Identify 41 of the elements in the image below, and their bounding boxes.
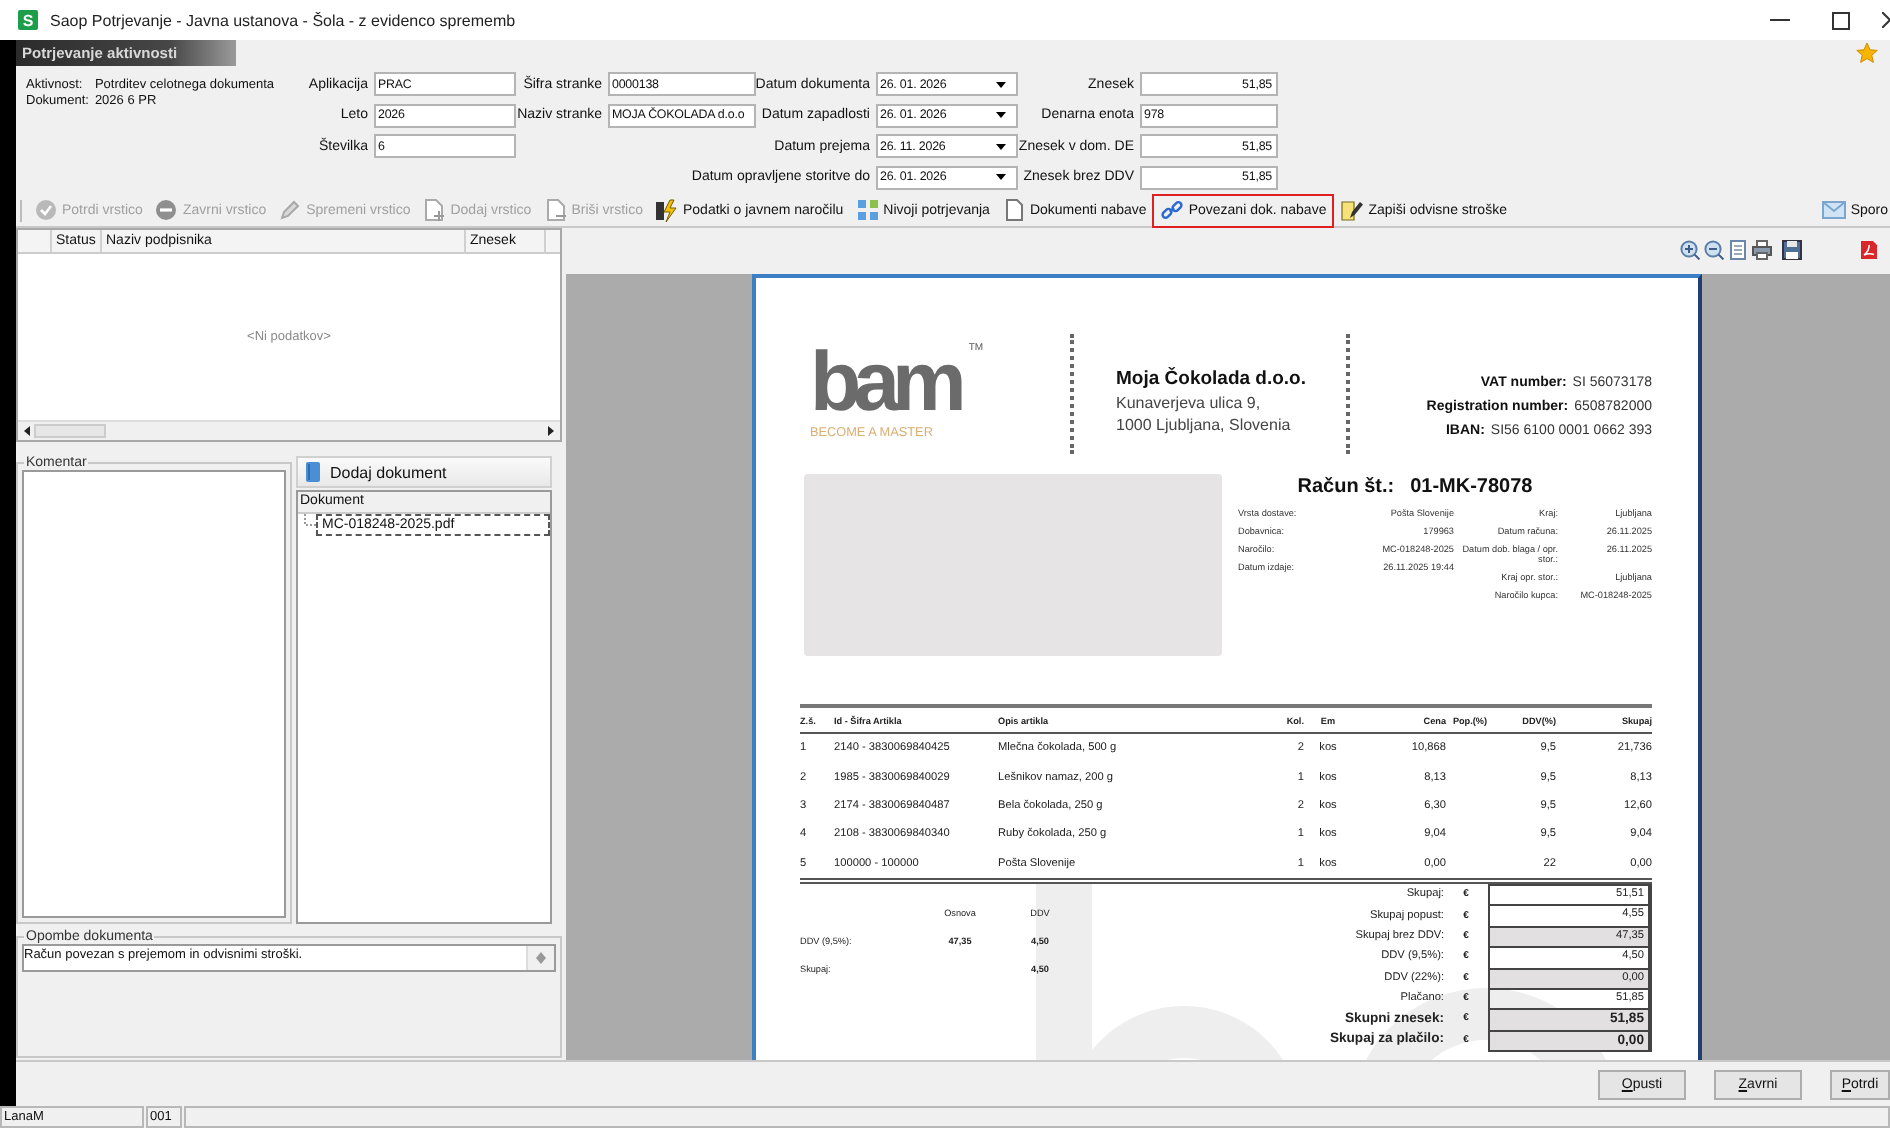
close-icon (1882, 12, 1890, 28)
check-circle-icon (34, 198, 58, 222)
pdf-icon[interactable] (1860, 240, 1878, 260)
company-name: Moja Čokolada d.o.o. (1116, 368, 1309, 392)
grid-icon (855, 198, 880, 222)
down-arrow-icon (536, 958, 546, 964)
zoom-out-icon[interactable] (1704, 240, 1724, 260)
invoice-title: Račun št.: (1297, 476, 1395, 498)
address-line: Kunaverjeva ulica 9, (1116, 392, 1263, 414)
bolt-icon (654, 198, 679, 222)
right-arrow-icon (548, 426, 554, 436)
book-icon (306, 462, 320, 482)
dropdown-arrow-icon (996, 81, 1006, 87)
link-icon (1160, 198, 1185, 222)
maximize-icon (1831, 11, 1849, 29)
minus-circle-icon (154, 198, 179, 222)
scrollbar-thumb[interactable] (34, 424, 106, 438)
document-icon (1001, 198, 1026, 222)
left-arrow-icon (24, 426, 30, 436)
address-line: 1000 Ljubljana, Slovenia (1116, 414, 1293, 436)
star-icon (1856, 42, 1878, 64)
page-icon[interactable] (1728, 240, 1748, 260)
dropdown-arrow-icon (996, 112, 1006, 118)
dropdown-arrow-icon (996, 143, 1006, 149)
envelope-icon (1822, 198, 1847, 222)
up-arrow-icon (536, 952, 546, 958)
invoice-number: 01-MK-78078 (1410, 476, 1533, 498)
document-plus-icon (422, 198, 447, 222)
vertical-scrollbar[interactable] (526, 946, 554, 970)
dropdown-arrow-icon (996, 174, 1006, 180)
printer-icon[interactable] (1752, 240, 1772, 260)
document-minus-icon (543, 198, 568, 222)
pencil-icon (278, 198, 303, 222)
note-pencil-icon (1340, 198, 1365, 222)
minimize-icon (1770, 18, 1790, 22)
window-title: Saop Potrjevanje - Javna ustanova - Šola - z evidenco sprememb (50, 11, 516, 29)
app-logo: S (18, 10, 38, 30)
logo-wordmark: bam (810, 342, 959, 422)
horizontal-scrollbar[interactable] (18, 420, 560, 440)
zoom-in-icon[interactable] (1680, 240, 1700, 260)
add-document-button[interactable]: Dodaj dokument (296, 456, 552, 488)
